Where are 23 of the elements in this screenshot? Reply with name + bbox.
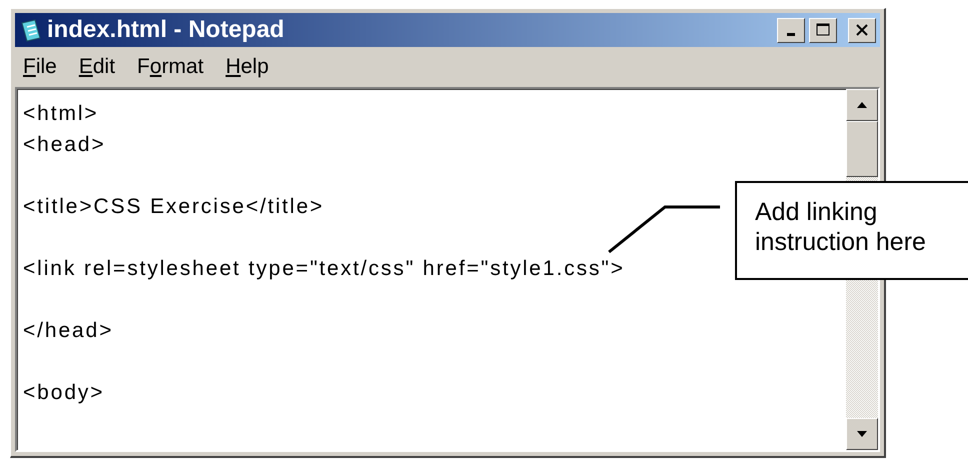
close-icon (855, 23, 869, 37)
menu-item[interactable]: Edit (78, 55, 116, 79)
down-arrow-icon (856, 430, 868, 438)
minimize-button[interactable] (777, 18, 805, 42)
scroll-thumb[interactable] (846, 121, 878, 177)
notepad-icon (19, 18, 43, 42)
menu-item[interactable]: Format (137, 55, 204, 79)
code-line: <head> (23, 132, 106, 158)
window-title: index.html - Notepad (47, 16, 286, 44)
code-line: <link rel=stylesheet type="text/css" href="style1.css"> (23, 256, 625, 282)
up-arrow-icon (856, 101, 868, 109)
code-line: </head> (23, 318, 114, 344)
maximize-icon (816, 23, 830, 37)
code-line: <html> (23, 101, 99, 127)
minimize-icon (787, 33, 795, 36)
code-line: <body> (23, 380, 104, 406)
code-line: <title>CSS Exercise</title> (23, 194, 324, 220)
maximize-button[interactable] (809, 18, 837, 42)
close-button[interactable] (848, 18, 876, 42)
scroll-down-button[interactable] (846, 418, 878, 450)
scroll-up-button[interactable] (846, 89, 878, 121)
menu-item[interactable]: File (23, 55, 57, 79)
menu-item[interactable]: Help (226, 55, 269, 79)
